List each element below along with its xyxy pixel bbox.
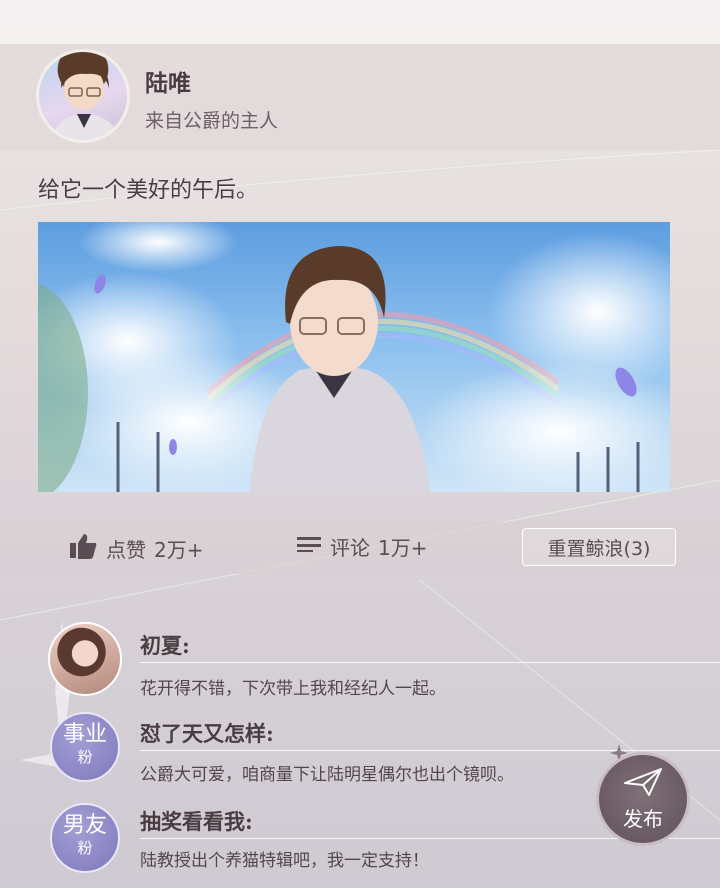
author-name: 陆唯 [145, 71, 191, 97]
publish-button[interactable]: 发布 [596, 752, 690, 846]
like-label: 点赞 [106, 538, 146, 562]
like-button[interactable]: 点赞 2万+ [68, 532, 203, 565]
like-count: 2万+ [154, 538, 204, 562]
author-subtitle: 来自公爵的主人 [145, 110, 279, 132]
comment-divider [140, 750, 720, 751]
commenter-avatar[interactable] [48, 622, 122, 696]
post-image[interactable] [38, 222, 670, 492]
post-text: 给它一个美好的午后。 [38, 178, 259, 203]
comment-name-3: 抽奖看看我: [140, 809, 253, 834]
paper-plane-icon [623, 768, 663, 801]
badge-subtext: 粉 [77, 839, 93, 857]
comment-count: 1万+ [378, 536, 428, 560]
comment-text-1: 花开得不错，下次带上我和经纪人一起。 [140, 679, 446, 699]
comment-text-2: 公爵大可爱，咱商量下让陆明星偶尔也出个镜呗。 [140, 765, 514, 785]
comment-label: 评论 [330, 536, 370, 560]
badge-subtext: 粉 [77, 748, 93, 766]
comment-text-3: 陆教授出个养猫特辑吧，我一定支持！ [140, 851, 429, 871]
author-avatar[interactable] [36, 49, 130, 143]
comment-divider [140, 662, 720, 663]
top-band [0, 0, 720, 44]
boyfriend-fan-badge: 男友 粉 [50, 803, 120, 873]
comment-name-1: 初夏: [140, 633, 190, 658]
publish-label: 发布 [623, 807, 663, 831]
career-fan-badge: 事业 粉 [50, 712, 120, 782]
reset-button[interactable]: 重置鲸浪(3) [522, 528, 676, 566]
badge-text: 男友 [62, 813, 107, 838]
thumbs-up-icon [68, 532, 98, 565]
comment-lines-icon [296, 534, 322, 559]
badge-text: 事业 [62, 722, 107, 747]
comment-button[interactable]: 评论 1万+ [296, 532, 427, 561]
comment-name-2: 怼了天又怎样: [140, 721, 274, 746]
